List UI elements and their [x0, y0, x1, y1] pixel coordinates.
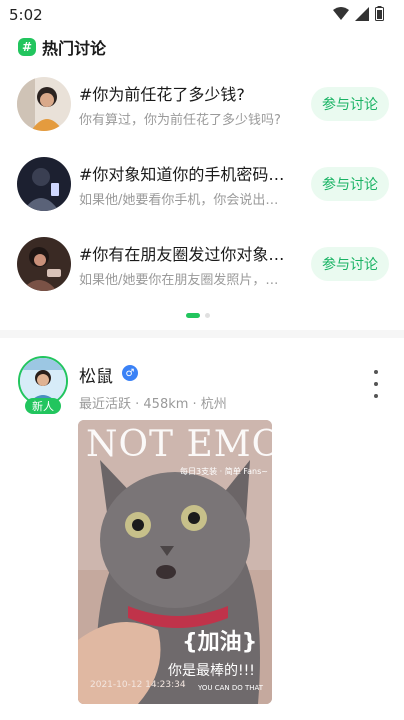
new-user-badge: 新人 [25, 398, 61, 414]
more-options-icon[interactable] [370, 370, 382, 398]
topic-subtitle: 如果他/她要你在朋友圈发照片，… [79, 273, 279, 288]
pagination-dot [205, 313, 210, 318]
image-slogan: 你是最棒的!!! [168, 663, 255, 679]
section-title: 热门讨论 [42, 39, 107, 58]
topic-subtitle: 你有算过，你为前任花了多少钱吗? [79, 113, 281, 128]
topic-title: #你有在朋友圈发过你对象… [79, 245, 285, 264]
section-header: # 热门讨论 [18, 35, 106, 59]
status-icons [333, 6, 384, 25]
wifi-icon [333, 6, 349, 25]
pagination-dots [186, 313, 210, 318]
topic-item[interactable]: #你为前任花了多少钱? 你有算过，你为前任花了多少钱吗? 参与讨论 [0, 77, 404, 147]
user-meta: 最近活跃 · 458km · 杭州 [79, 397, 227, 412]
topic-title: #你对象知道你的手机密码… [79, 165, 285, 184]
section-divider [0, 330, 404, 338]
pagination-dot-active [186, 313, 200, 318]
join-discussion-button[interactable]: 参与讨论 [311, 247, 389, 281]
join-discussion-button[interactable]: 参与讨论 [311, 167, 389, 201]
hash-icon: # [18, 38, 36, 56]
status-time: 5:02 [9, 6, 43, 24]
image-headline: NOT EMO [86, 424, 272, 465]
post-image[interactable]: NOT EMO 每日3支装 · 简单 Fans~ {加油} 你是最棒的!!! 2… [78, 420, 272, 704]
status-bar: 5:02 [0, 0, 404, 30]
signal-icon [355, 6, 369, 25]
image-date: 2021-10-12 14:23:34 [90, 680, 186, 690]
topic-title: #你为前任花了多少钱? [79, 85, 245, 104]
topic-avatar [17, 237, 71, 291]
image-small-text: 每日3支装 · 简单 Fans~ [180, 467, 268, 476]
user-name[interactable]: 松鼠 [79, 362, 113, 387]
topic-avatar [17, 77, 71, 131]
topic-avatar [17, 157, 71, 211]
image-cheer-text: {加油} [182, 630, 258, 655]
image-caption: YOU CAN DO THAT [198, 684, 264, 692]
topic-subtitle: 如果他/她要看你手机，你会说出… [79, 193, 279, 208]
battery-icon [375, 6, 384, 25]
male-icon: ♂ [122, 365, 138, 381]
topic-item[interactable]: #你有在朋友圈发过你对象… 如果他/她要你在朋友圈发照片，… 参与讨论 [0, 237, 404, 307]
join-discussion-button[interactable]: 参与讨论 [311, 87, 389, 121]
topic-item[interactable]: #你对象知道你的手机密码… 如果他/她要看你手机，你会说出… 参与讨论 [0, 157, 404, 227]
